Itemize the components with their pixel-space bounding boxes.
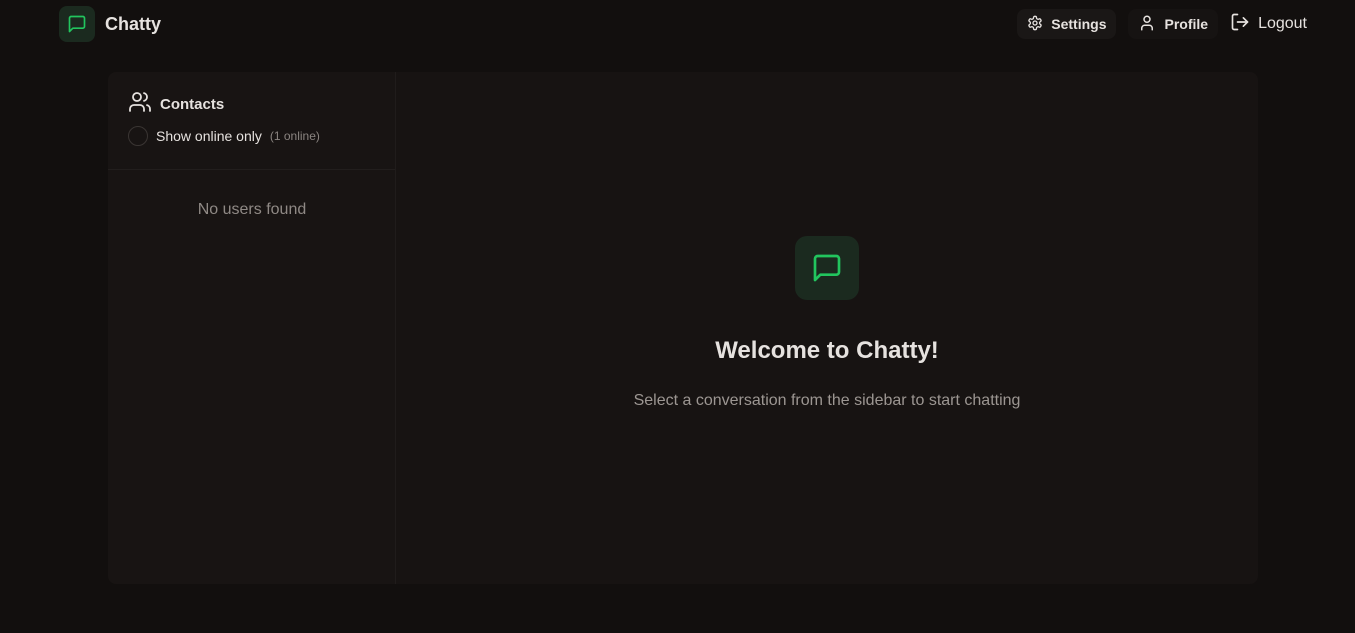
profile-button[interactable]: Profile: [1128, 9, 1219, 39]
logout-label: Logout: [1258, 15, 1307, 32]
brand-home-link[interactable]: Chatty: [59, 6, 161, 42]
header-nav: Settings Profile Logout: [1017, 9, 1307, 39]
gear-icon: [1027, 15, 1051, 34]
logout-button[interactable]: Logout: [1220, 9, 1307, 39]
message-square-icon: [59, 6, 95, 42]
contacts-title: Contacts: [160, 95, 225, 113]
contacts-sidebar: Contacts Show online only (1 online) No …: [108, 72, 396, 584]
sidebar-header: Contacts Show online only (1 online): [108, 72, 395, 170]
welcome-subtitle: Select a conversation from the sidebar t…: [633, 392, 1021, 409]
welcome-panel: Welcome to Chatty! Select a conversation…: [396, 72, 1258, 584]
show-online-label: Show online only: [156, 128, 262, 144]
user-icon: [1138, 14, 1164, 35]
settings-label: Settings: [1051, 16, 1107, 32]
contacts-heading: Contacts: [128, 90, 395, 119]
users-icon: [128, 90, 152, 119]
message-square-icon: [795, 236, 859, 300]
settings-button[interactable]: Settings: [1017, 9, 1117, 39]
top-navbar: Chatty Settings Profile Logout: [0, 0, 1355, 48]
logout-icon: [1230, 12, 1258, 37]
app-title: Chatty: [105, 13, 162, 34]
welcome-title: Welcome to Chatty!: [715, 337, 939, 364]
profile-label: Profile: [1164, 16, 1209, 32]
chat-container: Contacts Show online only (1 online) No …: [108, 72, 1258, 584]
show-online-checkbox[interactable]: [128, 126, 148, 146]
empty-contacts-message: No users found: [197, 201, 307, 218]
online-count: (1 online): [269, 129, 320, 143]
online-filter[interactable]: Show online only (1 online): [128, 126, 395, 146]
